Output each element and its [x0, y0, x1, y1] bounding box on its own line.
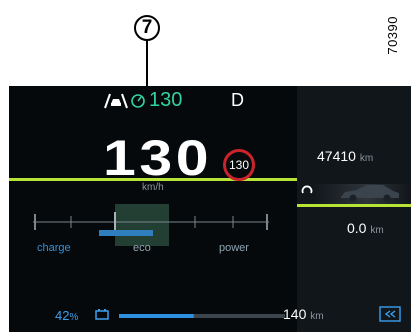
range-bar	[119, 314, 285, 318]
speed-limit-sign: 130	[223, 149, 255, 181]
gear-indicator: D	[231, 90, 244, 110]
battery-percent-value: 42	[55, 308, 70, 323]
battery-icon	[95, 309, 109, 320]
gauge-label-eco: eco	[133, 242, 151, 254]
range-unit: km	[310, 311, 324, 322]
acc-status: 130	[103, 88, 183, 111]
trip-value: 0.0	[347, 220, 367, 236]
gauge-label-charge: charge	[37, 242, 71, 254]
range-readout: 140 km	[283, 306, 324, 322]
acc-speedometer-icon	[131, 94, 145, 108]
right-info-panel	[297, 86, 411, 332]
regen-mode-icon	[379, 306, 401, 322]
speed-unit: km/h	[142, 182, 164, 193]
reference-code: 70390	[385, 16, 400, 55]
speed-value: 130	[103, 130, 213, 186]
acc-set-speed: 130	[149, 88, 183, 111]
odometer: 47410 km	[317, 148, 373, 164]
battery-percent-sign: %	[69, 312, 79, 323]
ready-icon	[301, 185, 313, 194]
instrument-cluster-screen: 130 D 130 km/h 130 47410 km 0.0 km charg…	[9, 86, 411, 332]
callout-number: 7	[134, 15, 160, 41]
odometer-value: 47410	[317, 148, 356, 164]
car-icon	[341, 185, 399, 202]
trip-unit: km	[370, 225, 384, 236]
odometer-unit: km	[359, 153, 374, 164]
gauge-label-power: power	[219, 242, 249, 254]
lane-assist-icon	[104, 93, 128, 109]
divider-line-right	[297, 204, 411, 207]
range-value: 140	[283, 306, 307, 322]
range-bar-fill	[119, 314, 194, 318]
trip-meter: 0.0 km	[347, 220, 384, 236]
battery-percent: 42%	[55, 308, 78, 323]
charge-level-bar	[99, 230, 153, 236]
